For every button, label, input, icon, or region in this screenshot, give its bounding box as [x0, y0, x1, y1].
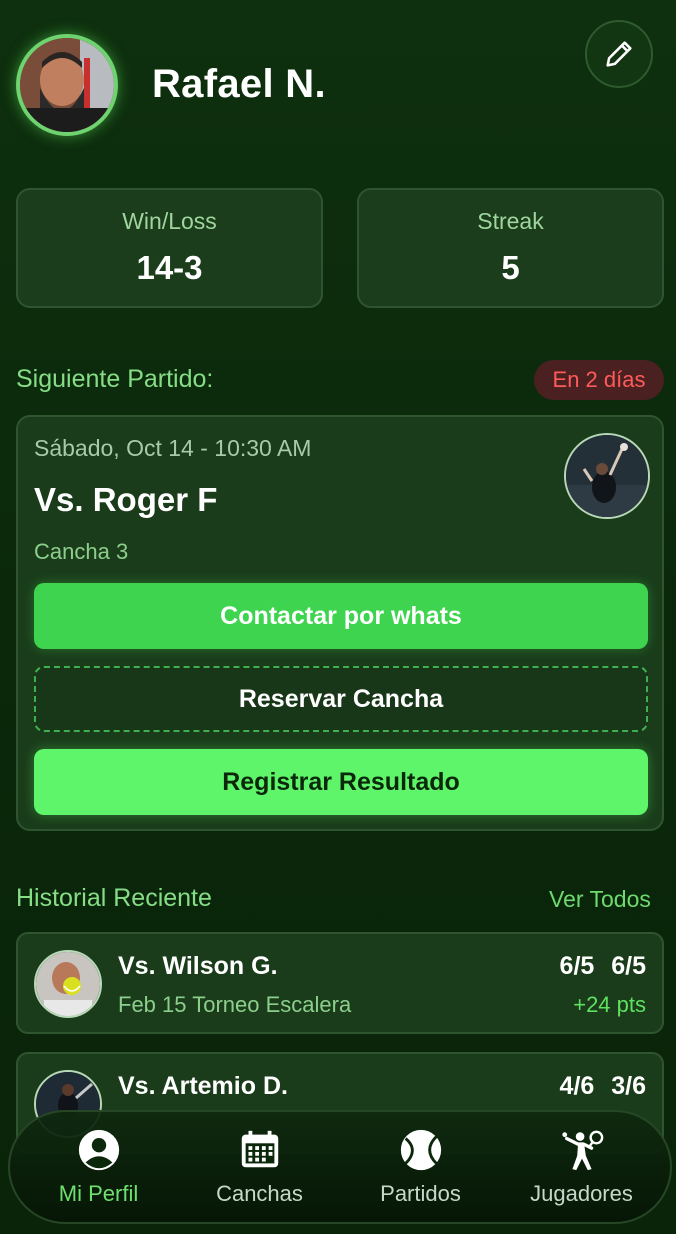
history-opponent: Vs. Wilson G.: [118, 952, 278, 980]
match-opponent: Vs. Roger F: [34, 481, 218, 518]
stat-card-streak: Streak 5: [357, 188, 664, 308]
next-match-badge: En 2 días: [534, 360, 664, 400]
opponent-photo: [566, 435, 648, 517]
opponent-photo: [36, 952, 100, 1016]
stat-value: 5: [501, 249, 520, 286]
nav-label: Jugadores: [530, 1181, 633, 1206]
match-date: Sábado, Oct 14 - 10:30 AM: [34, 435, 312, 461]
calendar-icon: [241, 1130, 278, 1168]
tennis-ball-icon: [400, 1129, 441, 1171]
profile-avatar[interactable]: [16, 34, 118, 136]
edit-profile-button[interactable]: [585, 20, 653, 88]
history-title: Historial Reciente: [16, 884, 212, 912]
next-match-card: Sábado, Oct 14 - 10:30 AM Vs. Roger F Ca…: [16, 415, 664, 831]
tennis-player-icon: [561, 1130, 603, 1171]
nav-item-partidos[interactable]: Partidos: [346, 1117, 496, 1217]
user-circle-icon: [78, 1129, 119, 1171]
profile-name: Rafael N.: [152, 62, 326, 106]
pencil-icon: [606, 41, 632, 67]
nav-label: Mi Perfil: [58, 1181, 139, 1206]
opponent-avatar[interactable]: [564, 433, 650, 519]
nav-label: Canchas: [216, 1181, 303, 1206]
nav-item-mi-perfil[interactable]: Mi Perfil: [24, 1117, 174, 1217]
see-all-link[interactable]: Ver Todos: [549, 886, 651, 913]
profile-screen: Rafael N. Win/Loss 14-3 Streak 5 Siguien…: [0, 0, 676, 1234]
match-court: Cancha 3: [34, 539, 129, 564]
nav-label: Partidos: [380, 1181, 461, 1206]
history-event: Feb 15 Torneo Escalera: [118, 992, 352, 1017]
contact-whatsapp-button[interactable]: Contactar por whats: [34, 583, 648, 649]
opponent-avatar: [34, 950, 102, 1018]
history-points: +24 pts: [573, 992, 646, 1017]
stat-card-win-loss: Win/Loss 14-3: [16, 188, 323, 308]
profile-photo: [20, 38, 114, 132]
history-item[interactable]: Vs. Wilson G. Feb 15 Torneo Escalera 6/5…: [16, 932, 664, 1034]
nav-item-jugadores[interactable]: Jugadores: [507, 1117, 657, 1217]
stat-label: Streak: [477, 208, 544, 234]
history-opponent: Vs. Artemio D.: [118, 1072, 288, 1100]
stat-value: 14-3: [136, 249, 203, 286]
reserve-court-button[interactable]: Reservar Cancha: [34, 666, 648, 732]
bottom-nav: Mi Perfil Canchas Partidos Jugadores: [8, 1110, 672, 1224]
nav-item-canchas[interactable]: Canchas: [185, 1117, 335, 1217]
next-match-title: Siguiente Partido:: [16, 365, 214, 393]
history-score: 6/5 6/5: [559, 952, 646, 980]
register-result-button[interactable]: Registrar Resultado: [34, 749, 648, 815]
stat-label: Win/Loss: [122, 208, 217, 234]
history-score: 4/6 3/6: [559, 1072, 646, 1100]
